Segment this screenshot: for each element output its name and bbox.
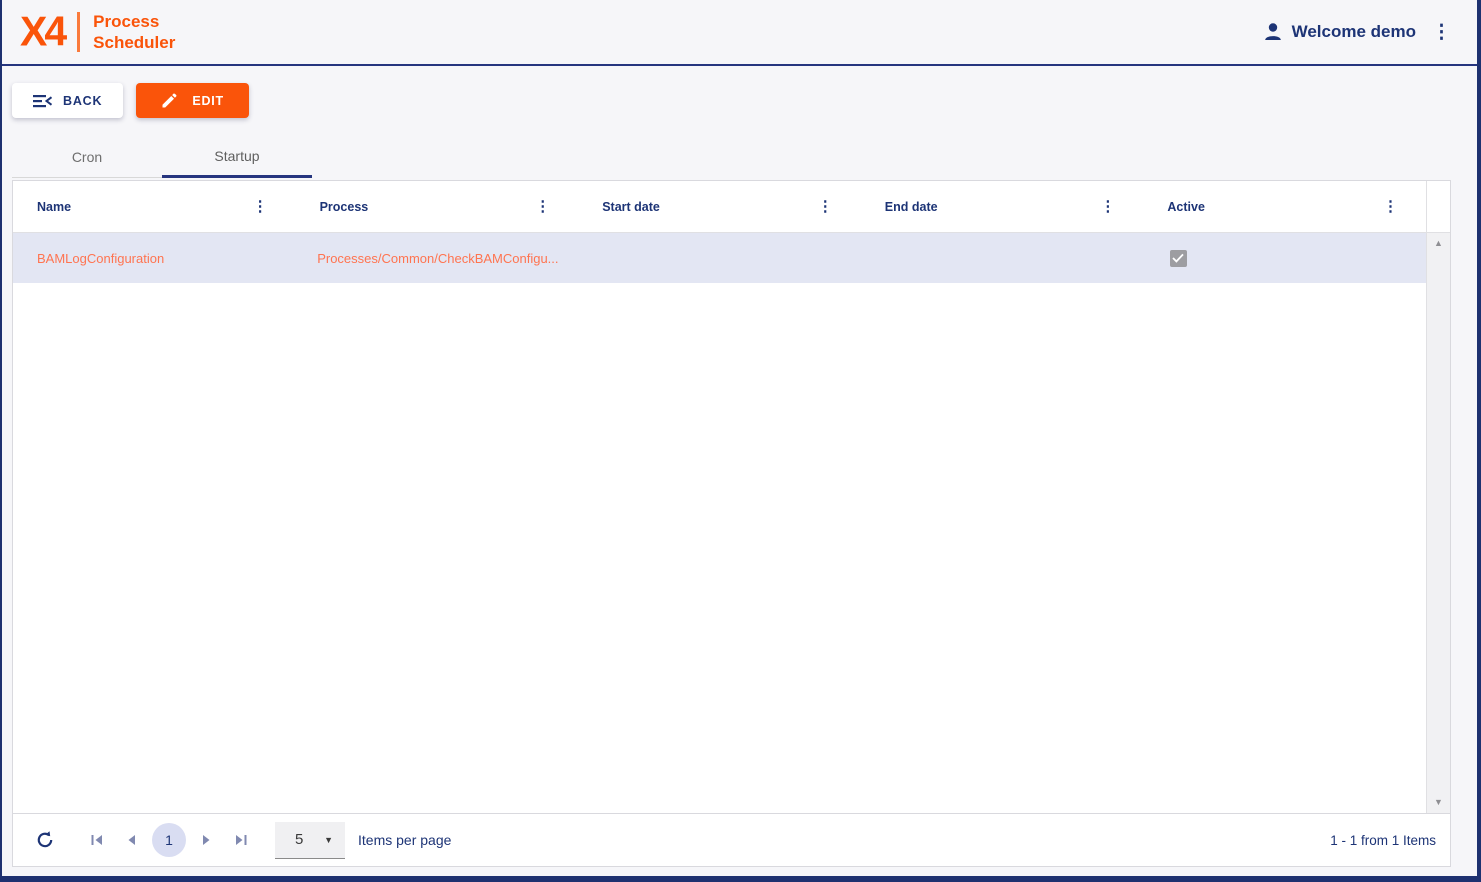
- active-checkbox-checked[interactable]: [1170, 250, 1187, 267]
- column-header-start-date: Start date ⋮: [578, 181, 861, 232]
- cell-end-date: [854, 233, 1134, 283]
- grid-header-row: Name ⋮ Process ⋮ Start date ⋮ End date ⋮: [13, 181, 1426, 233]
- table-row[interactable]: BAMLogConfiguration Processes/Common/Che…: [13, 233, 1426, 283]
- scroll-up-icon[interactable]: ▲: [1434, 239, 1443, 248]
- app-header: X4 Process Scheduler Welcome demo ⋮: [2, 0, 1477, 66]
- column-header-process: Process ⋮: [296, 181, 579, 232]
- tabstrip: Cron Startup: [12, 137, 312, 178]
- last-page-icon: [234, 834, 248, 846]
- user-icon: [1262, 21, 1284, 43]
- last-page-button[interactable]: [234, 834, 248, 846]
- refresh-button[interactable]: [35, 830, 55, 850]
- cell-name: BAMLogConfiguration: [13, 233, 293, 283]
- welcome-text: Welcome demo: [1292, 22, 1416, 42]
- column-menu-kebab-icon[interactable]: ⋮: [818, 199, 833, 214]
- column-header-active-label: Active: [1167, 200, 1205, 214]
- cell-active: [1134, 233, 1426, 283]
- previous-page-button[interactable]: [126, 834, 136, 846]
- items-per-page-label: Items per page: [358, 832, 451, 848]
- back-icon: [33, 94, 52, 108]
- next-page-icon: [202, 834, 212, 846]
- x4-logo: X4: [20, 10, 64, 52]
- tab-cron[interactable]: Cron: [12, 137, 162, 178]
- column-menu-kebab-icon[interactable]: ⋮: [535, 199, 550, 214]
- logo-area: X4 Process Scheduler: [20, 11, 175, 53]
- first-page-icon: [90, 834, 104, 846]
- back-button-label: BACK: [63, 94, 102, 108]
- tab-startup[interactable]: Startup: [162, 137, 312, 178]
- tab-cron-label: Cron: [72, 149, 102, 165]
- grid-content: Name ⋮ Process ⋮ Start date ⋮ End date ⋮: [13, 181, 1426, 813]
- scrollbar-header-spacer: [1427, 181, 1450, 233]
- column-header-end-date-label: End date: [885, 200, 938, 214]
- tab-startup-label: Startup: [214, 148, 259, 164]
- column-menu-kebab-icon[interactable]: ⋮: [253, 199, 268, 214]
- app-title: Process Scheduler: [93, 11, 175, 53]
- vertical-scrollbar: ▲ ▼: [1426, 181, 1450, 813]
- column-header-name: Name ⋮: [13, 181, 296, 232]
- pencil-icon: [161, 93, 177, 109]
- column-header-name-label: Name: [37, 200, 71, 214]
- page-number-button[interactable]: 1: [152, 823, 186, 857]
- back-button[interactable]: BACK: [12, 83, 123, 118]
- toolbar: BACK EDIT: [2, 66, 1477, 118]
- edit-button[interactable]: EDIT: [136, 83, 249, 118]
- page-range-label: 1 - 1 from 1 Items: [1330, 833, 1436, 848]
- current-page-label: 1: [165, 832, 173, 848]
- page-size-value: 5: [295, 831, 303, 848]
- user-area: Welcome demo ⋮: [1262, 21, 1451, 43]
- chevron-down-icon: ▼: [324, 835, 333, 845]
- scheduler-grid: Name ⋮ Process ⋮ Start date ⋮ End date ⋮: [12, 180, 1451, 867]
- previous-page-icon: [126, 834, 136, 846]
- grid-empty-area: [13, 283, 1426, 813]
- cell-process: Processes/Common/CheckBAMConfigu...: [293, 233, 573, 283]
- grid-paginator: 1 5 ▼ Items per page 1 - 1 from 1 Items: [13, 813, 1450, 866]
- refresh-icon: [35, 830, 55, 850]
- column-menu-kebab-icon[interactable]: ⋮: [1383, 199, 1398, 214]
- user-menu-kebab-icon[interactable]: ⋮: [1432, 23, 1451, 42]
- checkmark-icon: [1172, 253, 1184, 263]
- column-header-active: Active ⋮: [1143, 181, 1426, 232]
- column-header-process-label: Process: [320, 200, 369, 214]
- cell-start-date: [573, 233, 853, 283]
- logo-divider: [77, 12, 80, 52]
- column-menu-kebab-icon[interactable]: ⋮: [1100, 199, 1115, 214]
- page-size-select[interactable]: 5 ▼: [275, 822, 345, 859]
- scroll-down-icon[interactable]: ▼: [1434, 798, 1443, 807]
- app-title-line2: Scheduler: [93, 32, 175, 53]
- edit-button-label: EDIT: [192, 94, 224, 108]
- app-title-line1: Process: [93, 11, 175, 32]
- first-page-button[interactable]: [90, 834, 104, 846]
- scrollbar-track[interactable]: ▲ ▼: [1427, 233, 1450, 813]
- column-header-end-date: End date ⋮: [861, 181, 1144, 232]
- grid-upper: Name ⋮ Process ⋮ Start date ⋮ End date ⋮: [13, 181, 1450, 813]
- app-window: X4 Process Scheduler Welcome demo ⋮ BACK: [0, 0, 1481, 882]
- next-page-button[interactable]: [202, 834, 212, 846]
- column-header-start-date-label: Start date: [602, 200, 660, 214]
